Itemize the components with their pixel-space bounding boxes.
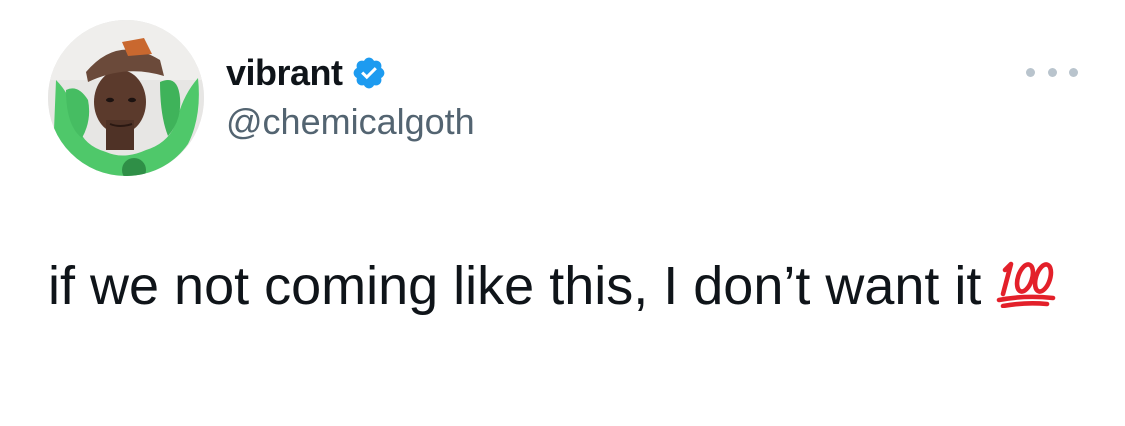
display-name[interactable]: vibrant [226, 55, 343, 91]
tweet-text: if we not coming like this, I don’t want… [48, 250, 1088, 326]
more-options-button[interactable] [1026, 60, 1078, 84]
more-horizontal-icon [1026, 67, 1035, 77]
hundred-points-icon [995, 254, 1057, 326]
tweet-text-content: if we not coming like this, I don’t want… [48, 256, 982, 316]
author-name-row[interactable]: vibrant [226, 48, 387, 98]
avatar[interactable] [48, 20, 204, 176]
verified-badge-icon [351, 55, 387, 91]
author-handle[interactable]: @chemicalgoth [226, 104, 475, 140]
avatar-image [48, 20, 204, 176]
